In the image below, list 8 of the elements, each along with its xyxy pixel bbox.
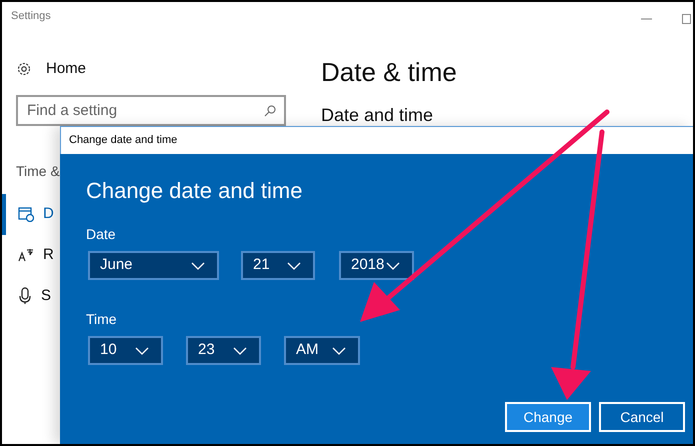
time-label: Time xyxy=(86,310,118,329)
section-title: Date and time xyxy=(321,104,434,127)
page-title: Date & time xyxy=(321,56,457,89)
date-label: Date xyxy=(86,225,117,244)
dialog-heading: Change date and time xyxy=(86,177,304,205)
section-heading: Time & xyxy=(16,162,61,180)
window-title: Settings xyxy=(11,9,51,24)
dialog-title: Change date and time xyxy=(69,133,178,148)
